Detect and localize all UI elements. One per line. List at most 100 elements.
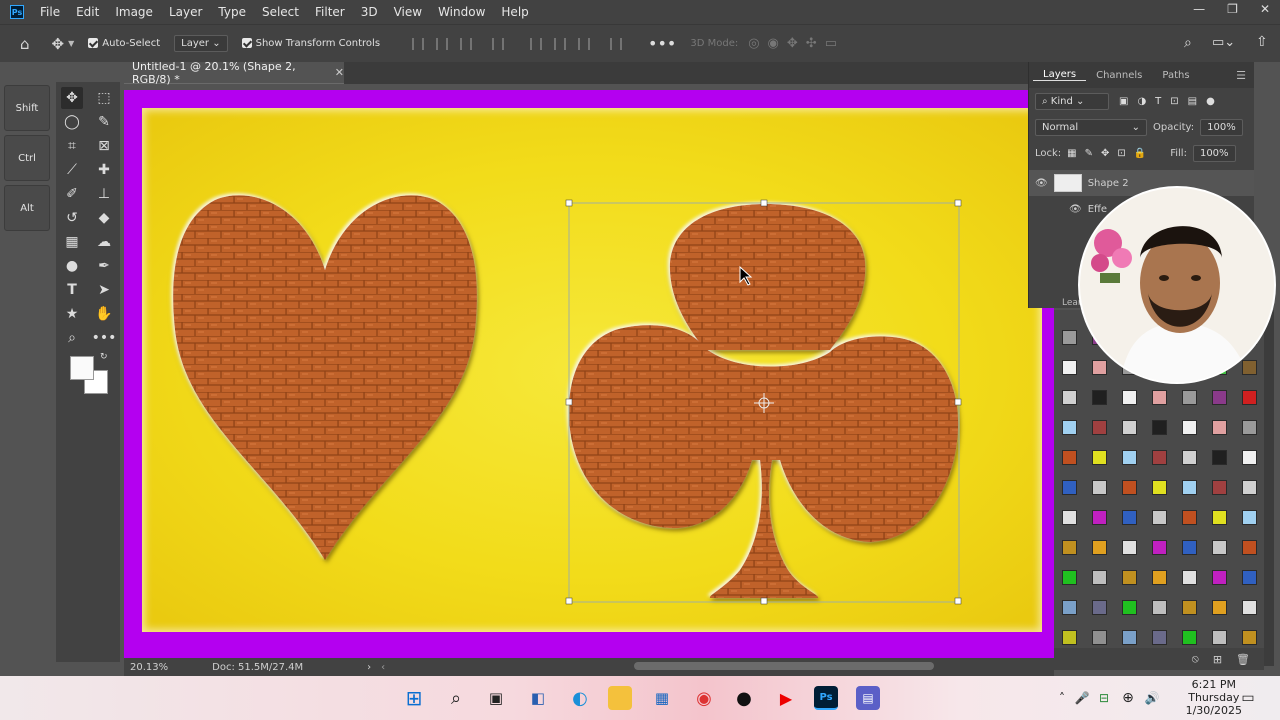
handle-top-left[interactable] (565, 199, 573, 207)
style-swatch[interactable] (1092, 480, 1107, 495)
foreground-color[interactable] (70, 356, 94, 380)
style-swatch[interactable] (1062, 480, 1077, 495)
file-explorer-icon[interactable] (608, 686, 632, 710)
handle-bottom[interactable] (760, 597, 768, 605)
style-swatch[interactable] (1182, 570, 1197, 585)
style-swatch[interactable] (1062, 540, 1077, 555)
github-icon[interactable]: ● (732, 686, 756, 710)
style-swatch[interactable] (1062, 390, 1077, 405)
style-swatch[interactable] (1242, 510, 1257, 525)
horizontal-scrollbar[interactable] (634, 662, 934, 670)
visibility-eye-icon[interactable]: 👁 (1035, 178, 1048, 189)
opacity-input[interactable]: 100% (1200, 118, 1243, 136)
style-swatch[interactable] (1092, 360, 1107, 375)
status-expand-icon[interactable]: › (367, 662, 371, 673)
task-view-icon[interactable]: ▣ (484, 686, 508, 710)
filter-kind-dropdown[interactable]: ⌕ Kind ⌄ (1035, 92, 1109, 110)
tab-layers[interactable]: Layers (1033, 69, 1087, 81)
style-swatch[interactable] (1242, 630, 1257, 645)
zoom-level[interactable]: 20.13% (130, 662, 168, 673)
style-swatch[interactable] (1062, 420, 1077, 435)
style-swatch[interactable] (1122, 540, 1137, 555)
style-swatch[interactable] (1152, 480, 1167, 495)
style-swatch[interactable] (1242, 390, 1257, 405)
style-swatch[interactable] (1092, 420, 1107, 435)
notification-icon[interactable]: ▭ (1236, 686, 1260, 710)
handle-top-right[interactable] (954, 199, 962, 207)
style-swatch[interactable] (1092, 630, 1107, 645)
style-swatch[interactable] (1062, 600, 1077, 615)
style-swatch[interactable] (1182, 630, 1197, 645)
style-swatch[interactable] (1122, 570, 1137, 585)
delete-icon[interactable]: 🗑 (1236, 653, 1250, 666)
style-swatch[interactable] (1212, 570, 1227, 585)
style-swatch[interactable] (1062, 630, 1077, 645)
handle-right[interactable] (954, 398, 962, 406)
style-swatch[interactable] (1152, 630, 1167, 645)
style-swatch[interactable] (1182, 450, 1197, 465)
search-icon[interactable]: ⌕ (444, 686, 468, 710)
style-swatch[interactable] (1062, 360, 1077, 375)
style-swatch[interactable] (1212, 540, 1227, 555)
handle-bottom-right[interactable] (954, 597, 962, 605)
handle-left[interactable] (565, 398, 573, 406)
style-swatch[interactable] (1092, 510, 1107, 525)
tab-channels[interactable]: Channels (1086, 70, 1152, 81)
filter-icons[interactable]: ▣◑T⊡▤● (1119, 96, 1224, 107)
style-swatch[interactable] (1182, 390, 1197, 405)
language-icon[interactable]: ⊕ (1116, 686, 1140, 710)
style-swatch[interactable] (1212, 630, 1227, 645)
style-swatch[interactable] (1092, 570, 1107, 585)
new-style-icon[interactable]: ⊞ (1213, 653, 1222, 666)
style-swatch[interactable] (1242, 600, 1257, 615)
style-swatch[interactable] (1122, 600, 1137, 615)
microphone-icon[interactable]: 🎤 (1070, 686, 1094, 710)
style-swatch[interactable] (1122, 480, 1137, 495)
store-icon[interactable]: ▦ (650, 686, 674, 710)
handle-top[interactable] (760, 199, 768, 207)
style-swatch[interactable] (1212, 480, 1227, 495)
style-swatch[interactable] (1212, 510, 1227, 525)
style-swatch[interactable] (1182, 540, 1197, 555)
style-swatch[interactable] (1062, 330, 1077, 345)
style-swatch[interactable] (1182, 600, 1197, 615)
style-swatch[interactable] (1092, 450, 1107, 465)
style-swatch[interactable] (1212, 600, 1227, 615)
style-swatch[interactable] (1152, 450, 1167, 465)
style-swatch[interactable] (1152, 420, 1167, 435)
panel-menu-icon[interactable]: ☰ (1236, 69, 1246, 82)
style-swatch[interactable] (1152, 570, 1167, 585)
style-swatch[interactable] (1212, 420, 1227, 435)
style-swatch[interactable] (1122, 420, 1137, 435)
style-swatch[interactable] (1122, 390, 1137, 405)
layer-thumbnail[interactable] (1053, 174, 1082, 192)
style-swatch[interactable] (1122, 630, 1137, 645)
style-swatch[interactable] (1092, 600, 1107, 615)
edge-browser-icon[interactable]: ◐ (568, 686, 592, 710)
chrome-icon[interactable]: ◉ (692, 686, 716, 710)
network-icon[interactable]: ⊟ (1092, 686, 1116, 710)
effects-eye-icon[interactable]: 👁 (1069, 204, 1082, 215)
style-swatch[interactable] (1152, 390, 1167, 405)
volume-icon[interactable]: 🔊 (1140, 686, 1164, 710)
handle-bottom-left[interactable] (565, 597, 573, 605)
style-swatch[interactable] (1242, 420, 1257, 435)
system-clock[interactable]: 6:21 PM Thursday 1/30/2025 (1186, 678, 1242, 717)
style-swatch[interactable] (1182, 510, 1197, 525)
tab-paths[interactable]: Paths (1152, 70, 1199, 81)
style-swatch[interactable] (1092, 540, 1107, 555)
style-swatch[interactable] (1242, 360, 1257, 375)
style-swatch[interactable] (1062, 510, 1077, 525)
club-shape[interactable] (568, 204, 959, 598)
style-swatch[interactable] (1212, 390, 1227, 405)
youtube-icon[interactable]: ▶ (774, 686, 798, 710)
style-swatch[interactable] (1182, 480, 1197, 495)
chat-app-icon[interactable]: ▤ (856, 686, 880, 710)
style-swatch[interactable] (1242, 450, 1257, 465)
style-swatch[interactable] (1122, 510, 1137, 525)
style-swatch[interactable] (1242, 570, 1257, 585)
style-swatch[interactable] (1152, 540, 1167, 555)
style-swatch[interactable] (1062, 450, 1077, 465)
style-swatch[interactable] (1092, 390, 1107, 405)
windows-start-icon[interactable]: ⊞ (402, 686, 426, 710)
